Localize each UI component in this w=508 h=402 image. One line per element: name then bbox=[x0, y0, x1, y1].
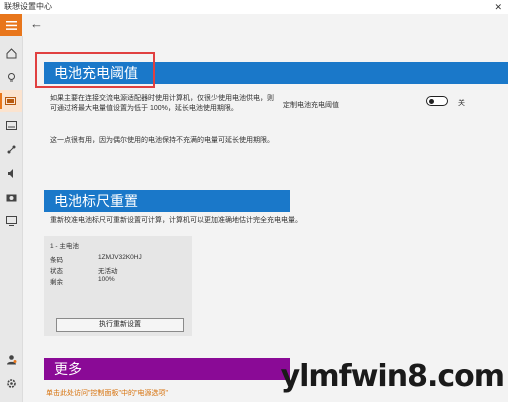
monitor-icon bbox=[5, 216, 17, 226]
back-button[interactable]: ← bbox=[30, 16, 43, 31]
nav-light[interactable] bbox=[0, 66, 22, 88]
gauge-reset-description: 重新校准电池标尺可重新设置可计算，计算机可以更加准确地估计完全充电电量。 bbox=[50, 217, 302, 224]
custom-threshold-label: 定制电池充电阈值 bbox=[283, 102, 339, 109]
top-bar: ← bbox=[22, 14, 508, 36]
audio-icon bbox=[7, 168, 13, 178]
nav-display[interactable] bbox=[0, 210, 22, 232]
row-value-barcode: 1ZMJV32K0HJ bbox=[98, 254, 142, 261]
gear-icon bbox=[6, 378, 16, 388]
hamburger-menu-button[interactable] bbox=[0, 14, 22, 36]
battery-name: 1 - 主电池 bbox=[50, 243, 79, 250]
row-key-remaining: 剩余 bbox=[50, 279, 63, 286]
section-header-gauge-reset: 电池标尺重置 bbox=[44, 190, 290, 212]
row-key-barcode: 条码 bbox=[50, 257, 63, 264]
custom-threshold-toggle[interactable] bbox=[426, 96, 448, 106]
lightbulb-icon bbox=[7, 72, 15, 81]
nav-home[interactable] bbox=[0, 42, 22, 64]
watermark-text: ylmfwin8.com bbox=[280, 358, 505, 394]
battery-info-card: 1 - 主电池 条码 1ZMJV32K0HJ 状态 无活动 剩余 100% 执行… bbox=[44, 236, 192, 336]
section-header-more: 更多 bbox=[44, 358, 290, 380]
power-options-link[interactable]: 单击此处访问"控制面板"中的"电源选项" bbox=[46, 388, 168, 398]
reset-gauge-button[interactable]: 执行重新设置 bbox=[56, 318, 184, 332]
section-title: 电池标尺重置 bbox=[54, 193, 138, 209]
row-key-status: 状态 bbox=[50, 268, 63, 275]
highlight-annotation-box bbox=[35, 52, 155, 88]
charge-threshold-note: 这一点很有用，因为偶尔使用的电池保持不充满的电量可延长使用期限。 bbox=[50, 137, 274, 144]
section-title: 更多 bbox=[54, 361, 82, 377]
nav-battery[interactable] bbox=[0, 90, 22, 112]
battery-icon bbox=[5, 97, 16, 105]
nav-camera[interactable] bbox=[0, 186, 22, 208]
home-icon bbox=[6, 47, 16, 58]
title-bar: 联想设置中心 ✕ bbox=[0, 0, 508, 14]
network-icon bbox=[7, 145, 15, 153]
nav-keyboard[interactable] bbox=[0, 114, 22, 136]
row-value-remaining: 100% bbox=[98, 276, 115, 283]
row-value-status: 无活动 bbox=[98, 268, 118, 275]
toggle-state-label: 关 bbox=[458, 100, 465, 107]
camera-icon bbox=[6, 194, 16, 201]
close-button[interactable]: ✕ bbox=[494, 0, 502, 14]
nav-account[interactable] bbox=[0, 348, 22, 370]
watermark: ylmfwin8.com bbox=[281, 350, 508, 402]
sidebar bbox=[0, 14, 23, 402]
charge-threshold-description: 如果主要在连接交流电源适配器时使用计算机，仅很少使用电池供电，则可通过将最大电量… bbox=[50, 95, 274, 112]
keyboard-icon bbox=[5, 120, 17, 130]
main-content: 电池充电阈值 如果主要在连接交流电源适配器时使用计算机，仅很少使用电池供电，则可… bbox=[22, 36, 508, 402]
nav-audio[interactable] bbox=[0, 162, 22, 184]
window-title: 联想设置中心 bbox=[4, 2, 52, 11]
user-icon bbox=[6, 354, 16, 364]
nav-settings[interactable] bbox=[0, 372, 22, 394]
hamburger-icon bbox=[5, 20, 17, 30]
nav-network[interactable] bbox=[0, 138, 22, 160]
toggle-knob bbox=[429, 98, 434, 104]
